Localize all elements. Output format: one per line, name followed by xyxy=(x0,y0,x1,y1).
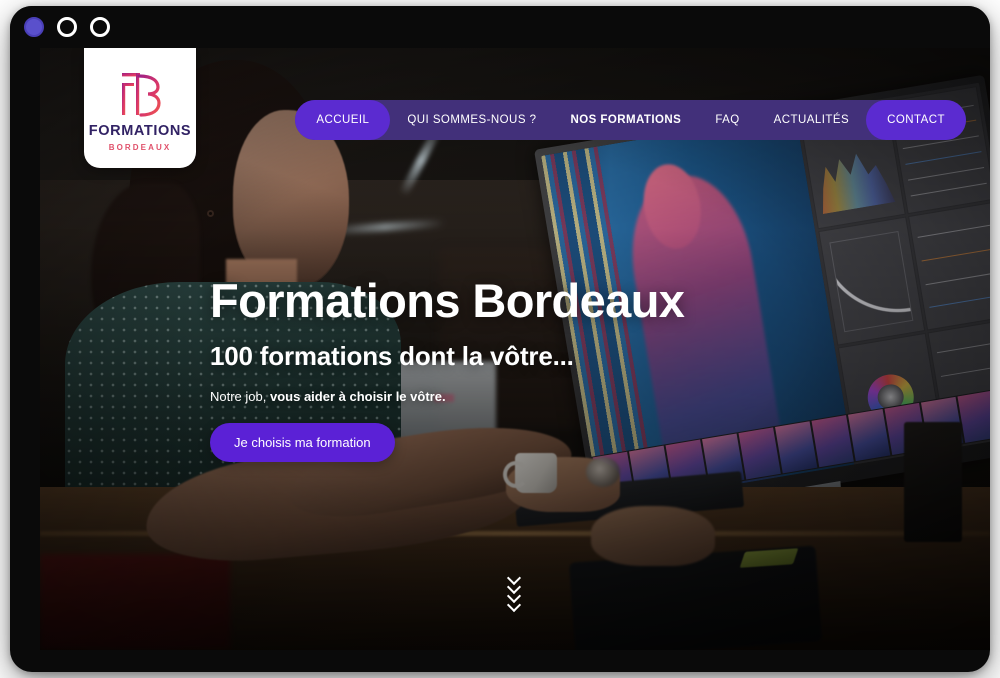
hero-content: Formations Bordeaux 100 formations dont … xyxy=(210,274,685,463)
photo-person-earring xyxy=(206,209,214,217)
nav-item-nos-formations[interactable]: NOS FORMATIONS xyxy=(553,100,698,140)
chevron-down-icon xyxy=(508,600,522,608)
hero-subtitle: 100 formations dont la vôtre... xyxy=(210,341,574,372)
nav-item-faq[interactable]: FAQ xyxy=(698,100,756,140)
filmstrip-thumb xyxy=(957,390,990,444)
hero-tagline-bold: vous aider à choisir le vôtre. xyxy=(269,389,446,405)
page-viewport: FORMATIONS BORDEAUX ACCUEIL QUI SOMMES-N… xyxy=(40,48,990,650)
logo-name-text: FORMATIONS xyxy=(88,123,192,140)
page-title: Formations Bordeaux xyxy=(210,274,685,327)
chevron-down-icon xyxy=(508,591,522,599)
window-dot-active[interactable] xyxy=(24,17,44,37)
chevron-down-icon xyxy=(508,573,522,581)
window-dot-two[interactable] xyxy=(57,17,77,37)
browser-titlebar xyxy=(10,6,990,48)
histogram-icon xyxy=(812,137,895,214)
site-logo[interactable]: FORMATIONS BORDEAUX xyxy=(84,48,196,168)
photo-person-lower-clothing xyxy=(40,553,230,650)
filmstrip-thumb xyxy=(775,421,818,474)
slider-line xyxy=(929,294,990,309)
filmstrip-thumb xyxy=(848,409,891,462)
window-dot-three[interactable] xyxy=(90,17,110,37)
curves-icon xyxy=(829,231,914,333)
hero-tagline-regular: Notre job, xyxy=(210,389,270,405)
filmstrip-thumb xyxy=(811,415,854,468)
slider-line xyxy=(908,167,984,181)
slider-line xyxy=(921,247,990,262)
slider-line xyxy=(905,151,982,166)
layer-row xyxy=(940,363,990,378)
photo-editor-slider-group-two xyxy=(916,213,990,320)
fb-monogram-icon xyxy=(122,73,161,117)
nav-item-actualites[interactable]: ACTUALITÉS xyxy=(757,100,866,140)
scroll-down-indicator[interactable] xyxy=(508,573,522,608)
slider-line xyxy=(925,271,990,286)
nav-item-qui-sommes-nous[interactable]: QUI SOMMES-NOUS ? xyxy=(390,100,553,140)
chevron-down-icon xyxy=(508,582,522,590)
photo-editor-curves-panel xyxy=(817,217,925,346)
slider-line xyxy=(910,182,987,197)
logo-subtitle-text: BORDEAUX xyxy=(108,142,172,152)
nav-item-contact[interactable]: CONTACT xyxy=(866,100,966,140)
photo-speaker xyxy=(903,421,962,542)
nav-item-accueil[interactable]: ACCUEIL xyxy=(295,100,391,140)
layer-row xyxy=(936,340,990,354)
browser-window: FORMATIONS BORDEAUX ACCUEIL QUI SOMMES-N… xyxy=(10,6,990,672)
photo-person-hand-left xyxy=(591,505,715,566)
choose-training-button[interactable]: Je choisis ma formation xyxy=(210,423,395,463)
filmstrip-thumb xyxy=(738,427,781,481)
hero-tagline: Notre job, vous aider à choisir le vôtre… xyxy=(210,389,684,404)
slider-line xyxy=(917,224,990,239)
main-navigation: ACCUEIL QUI SOMMES-NOUS ? NOS FORMATIONS… xyxy=(295,100,966,140)
